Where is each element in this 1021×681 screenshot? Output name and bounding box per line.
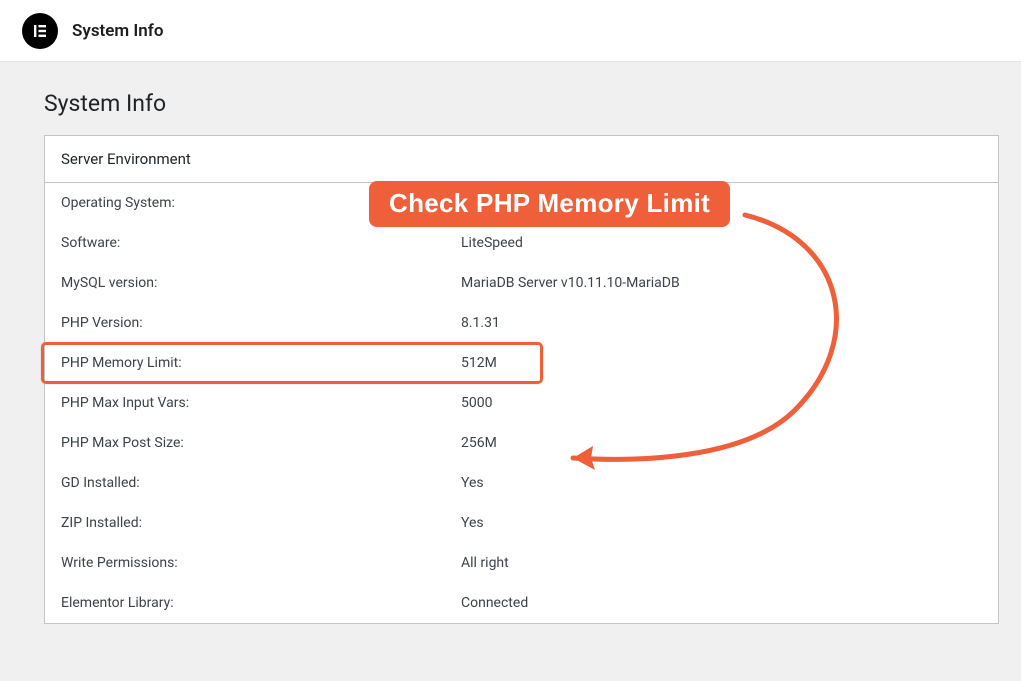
info-label: Elementor Library: [61, 595, 461, 611]
info-label: PHP Max Post Size: [61, 435, 461, 451]
top-bar-title: System Info [72, 21, 163, 41]
info-value: 512M [461, 355, 982, 371]
elementor-logo-icon [22, 13, 58, 49]
info-value: 8.1.31 [461, 315, 982, 331]
top-bar: System Info [0, 0, 1021, 62]
info-value: Connected [461, 595, 982, 611]
info-value: Yes [461, 475, 982, 491]
info-label: GD Installed: [61, 475, 461, 491]
annotation-callout: Check PHP Memory Limit [369, 181, 730, 227]
info-label: PHP Memory Limit: [61, 355, 461, 371]
info-label: ZIP Installed: [61, 515, 461, 531]
content-area: System Info Server Environment Operating… [0, 62, 1021, 624]
info-value: MariaDB Server v10.11.10-MariaDB [461, 275, 982, 291]
info-label: Write Permissions: [61, 555, 461, 571]
info-row-software: Software: LiteSpeed [45, 223, 998, 263]
info-label: PHP Version: [61, 315, 461, 331]
info-value: All right [461, 555, 982, 571]
info-row-elementor-library: Elementor Library: Connected [45, 583, 998, 623]
info-value: Yes [461, 515, 982, 531]
info-row-zip-installed: ZIP Installed: Yes [45, 503, 998, 543]
info-row-php-max-post-size: PHP Max Post Size: 256M [45, 423, 998, 463]
info-row-gd-installed: GD Installed: Yes [45, 463, 998, 503]
info-label: PHP Max Input Vars: [61, 395, 461, 411]
info-row-mysql-version: MySQL version: MariaDB Server v10.11.10-… [45, 263, 998, 303]
info-label: MySQL version: [61, 275, 461, 291]
info-row-php-max-input-vars: PHP Max Input Vars: 5000 [45, 383, 998, 423]
info-row-write-permissions: Write Permissions: All right [45, 543, 998, 583]
info-row-php-memory-limit: PHP Memory Limit: 512M [45, 343, 998, 383]
panel-title: Server Environment [45, 136, 998, 183]
info-value: 256M [461, 435, 982, 451]
panel-body: Operating System: Linux Software: LiteSp… [45, 183, 998, 623]
page-title: System Info [44, 90, 999, 117]
info-value: LiteSpeed [461, 235, 982, 251]
info-row-php-version: PHP Version: 8.1.31 [45, 303, 998, 343]
info-value: 5000 [461, 395, 982, 411]
info-label: Software: [61, 235, 461, 251]
